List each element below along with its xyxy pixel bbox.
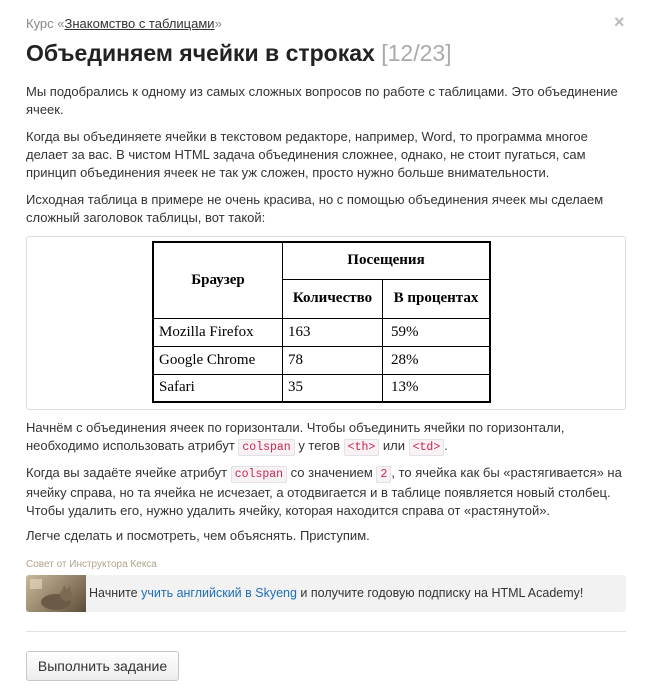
source-table-paragraph: Исходная таблица в примере не очень крас… — [26, 192, 604, 225]
cell-percent: 13% — [382, 373, 491, 403]
stretch-paragraph: Когда вы задаёте ячейке атрибут colspan … — [26, 465, 622, 518]
cell-count: 163 — [282, 317, 383, 347]
run-task-button[interactable]: Выполнить задание — [26, 651, 179, 681]
cell-browser: Google Chrome — [152, 345, 283, 375]
cell-count: 35 — [282, 373, 383, 403]
tip-title: Совет от Инструктора Кекса — [26, 559, 157, 570]
table-row: Mozilla Firefox 163 59% — [152, 317, 491, 347]
intro-paragraph: Мы подобрались к одному из самых сложных… — [26, 84, 618, 117]
word-paragraph: Когда вы объединяете ячейки в текстовом … — [26, 129, 588, 180]
cell-browser: Mozilla Firefox — [152, 317, 283, 347]
code-th: <th> — [343, 439, 380, 456]
cell-count: 78 — [282, 345, 383, 375]
header-percent: В процентах — [382, 278, 491, 319]
step-counter: [12/23] — [381, 40, 452, 66]
tip-banner: Начните учить английский в Skyeng и полу… — [26, 575, 626, 612]
colspan-paragraph: Начнём с объединения ячеек по горизонтал… — [26, 420, 565, 456]
cat-image-icon — [30, 579, 72, 610]
course-link[interactable]: Знакомство с таблицами — [65, 16, 215, 31]
lets-go-paragraph: Легче сделать и посмотреть, чем объяснят… — [26, 528, 370, 543]
header-browser: Браузер — [152, 241, 283, 319]
skyeng-link[interactable]: учить английский в Skyeng — [141, 586, 297, 600]
demo-table: Браузер Посещения Количество В процентах… — [152, 241, 491, 403]
demo-table-frame: Браузер Посещения Количество В процентах… — [26, 236, 626, 410]
cell-browser: Safari — [152, 373, 283, 403]
divider — [26, 631, 626, 632]
header-visits: Посещения — [282, 241, 491, 280]
table-row: Safari 35 13% — [152, 373, 491, 403]
close-icon[interactable]: × — [614, 12, 625, 33]
header-count: Количество — [282, 278, 383, 319]
tip-text: Начните учить английский в Skyeng и полу… — [89, 586, 584, 600]
code-td: <td> — [408, 439, 445, 456]
table-row: Google Chrome 78 28% — [152, 345, 491, 375]
code-colspan: colspan — [238, 439, 295, 456]
code-colspan: colspan — [230, 466, 288, 483]
course-breadcrumb: Курс «Знакомство с таблицами» — [26, 16, 222, 31]
code-value: 2 — [376, 466, 392, 483]
instructor-avatar — [26, 575, 86, 612]
page-title: Объединяем ячейки в строках [12/23] — [26, 40, 452, 66]
cell-percent: 59% — [382, 317, 491, 347]
cell-percent: 28% — [382, 345, 491, 375]
